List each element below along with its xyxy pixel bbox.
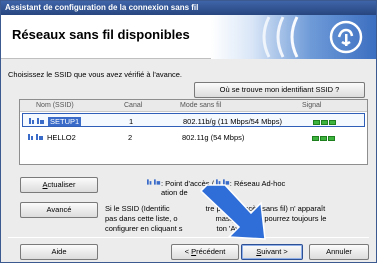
network-mode: 802.11g (54 Mbps) [182, 133, 245, 142]
advanced-button[interactable]: Avancé [20, 202, 98, 218]
network-channel: 2 [128, 133, 133, 142]
network-ssid: SETUP1 [48, 117, 82, 126]
network-row[interactable]: HELLO2 2 802.11g (54 Mbps) [22, 130, 365, 144]
signal-strength-icon [313, 118, 337, 125]
wifi-network-icon [29, 118, 44, 124]
wireless-logo-icon [211, 15, 376, 59]
page-title: Réseaux sans fil disponibles [12, 27, 190, 42]
list-header: Nom (SSID) Canal Mode sans fil Signal [20, 100, 367, 112]
signal-strength-icon [312, 134, 336, 141]
instruction-text: Choisissez le SSID que vous avez vérifié… [8, 70, 183, 79]
column-ssid[interactable]: Nom (SSID) [36, 102, 74, 109]
legend-line2: ation de [161, 188, 188, 197]
pointer-arrow-icon [199, 184, 266, 240]
network-mode: 802.11b/g (11 Mbps/54 Mbps) [183, 117, 282, 126]
note-line1a: Si le SSID (Identific [105, 204, 170, 213]
missing-ssid-button[interactable]: Où se trouve mon identifiant SSID ? [194, 82, 365, 98]
column-signal[interactable]: Signal [302, 102, 321, 109]
header-banner: Réseaux sans fil disponibles [1, 15, 376, 59]
network-ssid: HELLO2 [47, 133, 76, 142]
help-button[interactable]: Aide [20, 244, 98, 260]
note-line2a: pas dans cette liste, o [105, 214, 178, 223]
cancel-button[interactable]: Annuler [309, 244, 369, 260]
refresh-label: ctualiser [47, 180, 76, 189]
footer-separator [8, 237, 369, 238]
window-title: Assistant de configuration de la connexi… [1, 1, 376, 15]
column-mode[interactable]: Mode sans fil [180, 102, 221, 109]
note-line3a: configurer en cliquant s [105, 224, 183, 233]
wifi-network-icon [147, 179, 161, 185]
network-channel: 1 [129, 117, 134, 126]
column-channel[interactable]: Canal [124, 102, 142, 109]
refresh-button[interactable]: Actualiser [20, 177, 98, 193]
network-row[interactable]: SETUP1 1 802.11b/g (11 Mbps/54 Mbps) [22, 113, 365, 127]
wizard-window: Assistant de configuration de la connexi… [0, 0, 377, 263]
network-list: Nom (SSID) Canal Mode sans fil Signal SE… [19, 99, 368, 165]
wifi-network-icon [28, 134, 43, 140]
